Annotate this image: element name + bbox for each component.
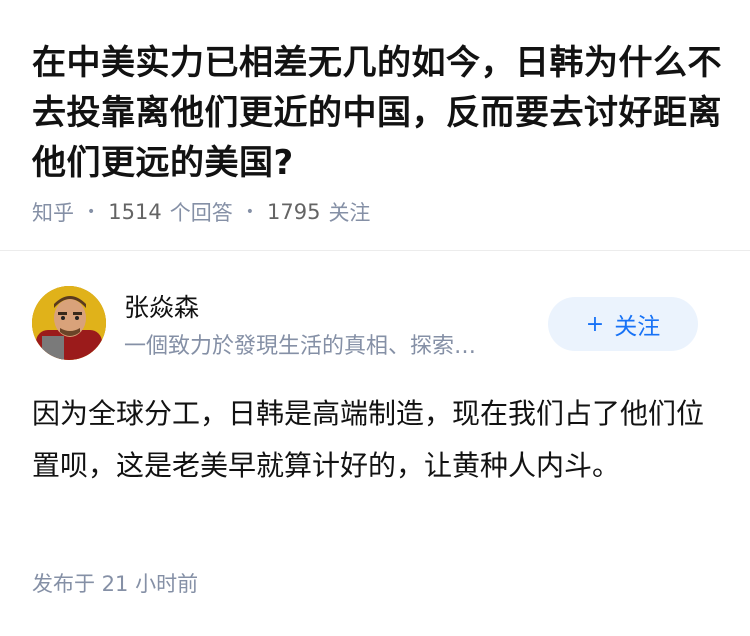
answer-author-header: 张焱森 一個致力於發現生活的真相、探索… + 关注 bbox=[32, 284, 722, 364]
source-label[interactable]: 知乎 bbox=[32, 197, 74, 227]
answer-content[interactable]: 因为全球分工，日韩是高端制造，现在我们占了他们位置呗，这是老美早就算计好的，让黄… bbox=[32, 388, 712, 492]
meta-separator: • bbox=[87, 204, 96, 220]
meta-separator: • bbox=[245, 204, 254, 220]
follow-button-label: 关注 bbox=[614, 314, 661, 340]
publish-time: 发布于 21 小时前 bbox=[32, 572, 199, 596]
follow-count-label: 关注 bbox=[328, 201, 371, 225]
question-section: 在中美实力已相差无几的如今，日韩为什么不去投靠离他们更近的中国，反而要去讨好距离… bbox=[32, 38, 722, 188]
avatar-image bbox=[32, 286, 106, 360]
author-bio: 一個致力於發現生活的真相、探索… bbox=[124, 334, 477, 359]
plus-icon: + bbox=[585, 311, 605, 337]
answer-count: 1514 bbox=[108, 200, 162, 224]
avatar[interactable] bbox=[32, 286, 106, 360]
question-title[interactable]: 在中美实力已相差无几的如今，日韩为什么不去投靠离他们更近的中国，反而要去讨好距离… bbox=[32, 38, 722, 188]
section-divider bbox=[0, 250, 750, 251]
author-name[interactable]: 张焱森 bbox=[124, 288, 199, 324]
follow-button[interactable]: + 关注 bbox=[548, 297, 698, 351]
question-meta: 知乎 • 1514 个回答 • 1795 关注 bbox=[32, 194, 370, 230]
follow-count: 1795 bbox=[266, 200, 321, 224]
answer-count-label[interactable]: 个回答 bbox=[170, 197, 233, 227]
